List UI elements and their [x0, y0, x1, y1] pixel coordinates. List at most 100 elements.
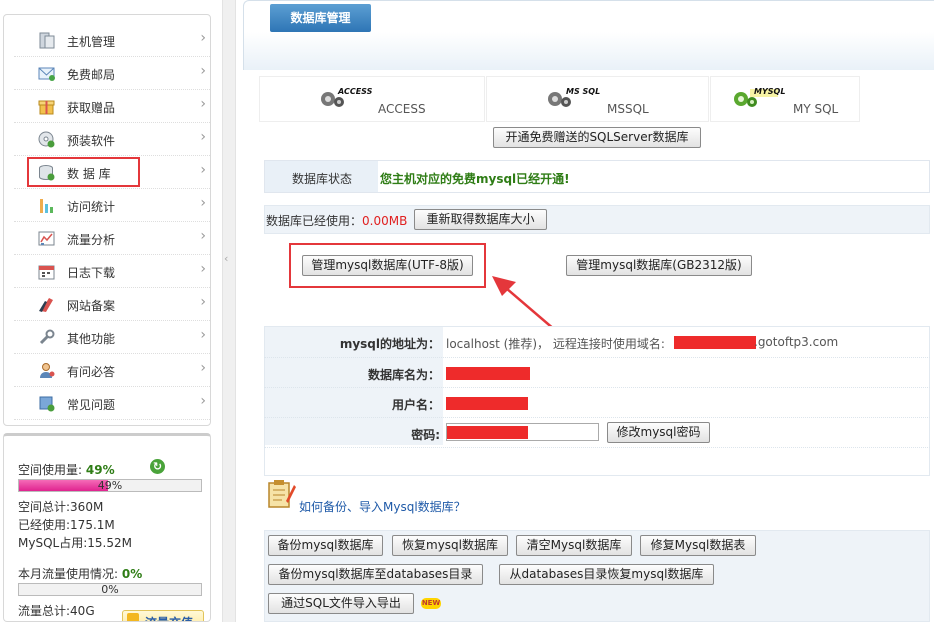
chevron-right-icon: ›: [200, 228, 206, 244]
sidebar-item-label: 预装软件: [67, 134, 116, 148]
clear-mysql-button[interactable]: 清空Mysql数据库: [516, 535, 632, 556]
tab-mysql[interactable]: MYSQL MY SQL: [710, 76, 860, 122]
chevron-right-icon: ›: [200, 393, 206, 409]
db-used-value: 0.00MB: [362, 214, 408, 228]
sidebar-item-other-functions[interactable]: 其他功能 ›: [14, 321, 210, 354]
open-sqlserver-button[interactable]: 开通免费赠送的SQLServer数据库: [493, 127, 701, 148]
wrench-icon: [39, 329, 55, 345]
chevron-right-icon: ›: [200, 195, 206, 211]
redacted-remote-domain: [674, 336, 756, 349]
db-name-label: 数据库名为：: [367, 368, 440, 382]
sidebar-item-label: 其他功能: [67, 332, 116, 346]
notepad-icon: [268, 480, 296, 508]
tab-access[interactable]: ACCESS ACCESS: [259, 76, 485, 122]
status-label: 数据库状态: [292, 172, 353, 186]
mysql-address-value: localhost (推荐)， 远程连接时使用域名:: [446, 337, 665, 351]
collapse-arrow-icon[interactable]: ‹: [224, 252, 228, 265]
sidebar-item-label: 网站备案: [67, 299, 116, 313]
annotation-highlight-database: [27, 157, 140, 187]
new-badge-icon: NEW: [421, 598, 441, 609]
backup-help-link[interactable]: 如何备份、导入Mysql数据库？: [299, 498, 466, 515]
access-badge: ACCESS: [338, 87, 373, 96]
restore-mysql-button[interactable]: 恢复mysql数据库: [392, 535, 508, 556]
sidebar-item-free-mail[interactable]: 免费邮局 ›: [14, 57, 210, 90]
sidebar-item-label: 免费邮局: [67, 68, 116, 82]
server-icon: [39, 32, 55, 49]
chevron-right-icon: ›: [200, 30, 206, 46]
redacted-password: [447, 426, 528, 439]
chevron-right-icon: ›: [200, 261, 206, 277]
page-title: 数据库管理: [270, 4, 371, 32]
chevron-right-icon: ›: [200, 162, 206, 178]
sidebar-item-preinstalled-software[interactable]: 预装软件 ›: [14, 123, 210, 156]
sidebar-item-label: 有问必答: [67, 365, 116, 379]
faq-box-icon: [39, 396, 55, 412]
traffic-label: 本月流量使用情况: 0%: [18, 567, 143, 581]
status-text: 您主机对应的免费mysql已经开通!: [380, 172, 570, 186]
sidebar-item-log-download[interactable]: 日志下载 ›: [14, 255, 210, 288]
gift-box-icon: [38, 100, 55, 115]
redacted-db-name: [446, 367, 530, 380]
chevron-right-icon: ›: [200, 96, 206, 112]
tab-mysql-label: MY SQL: [793, 102, 839, 116]
sidebar-item-traffic-analysis[interactable]: 流量分析 ›: [14, 222, 210, 255]
mysql-address-domain-suffix: .gotoftp3.com: [754, 335, 839, 349]
chart-analysis-icon: [38, 231, 55, 246]
password-input[interactable]: [446, 423, 599, 441]
sql-import-export-button[interactable]: 通过SQL文件导入导出: [268, 593, 414, 614]
sidebar-item-site-filing[interactable]: 网站备案 ›: [14, 288, 210, 321]
password-label: 密码:: [411, 428, 440, 442]
space-total: 空间总计:360M: [18, 500, 104, 514]
space-used: 已经使用:175.1M: [18, 518, 115, 532]
restore-from-databases-dir-button[interactable]: 从databases目录恢复mysql数据库: [499, 564, 714, 585]
space-progress-text: 49%: [97, 479, 123, 492]
redacted-username: [446, 397, 528, 410]
sidebar-item-label: 主机管理: [67, 35, 116, 49]
stats-bars-icon: [40, 199, 53, 213]
refresh-icon[interactable]: ↻: [150, 459, 165, 474]
traffic-progress-bar: 0%: [18, 583, 202, 596]
sidebar-item-label: 日志下载: [67, 266, 116, 280]
mysql-address-label: mysql的地址为：: [339, 337, 440, 351]
backup-mysql-button[interactable]: 备份mysql数据库: [268, 535, 383, 556]
chevron-right-icon: ›: [200, 63, 206, 79]
repair-mysql-tables-button[interactable]: 修复Mysql数据表: [640, 535, 756, 556]
traffic-progress-text: 0%: [101, 583, 119, 596]
tab-mssql[interactable]: MS SQL MSSQL: [486, 76, 709, 122]
traffic-percent: 0%: [121, 567, 143, 581]
sidebar-item-host-management[interactable]: 主机管理 ›: [14, 24, 210, 57]
sidebar-item-qa[interactable]: 有问必答 ›: [14, 354, 210, 387]
sidebar-item-label: 流量分析: [67, 233, 116, 247]
mysql-used: MySQL占用:15.52M: [18, 536, 132, 550]
sidebar-item-label: 常见问题: [67, 398, 116, 412]
space-used-label: 空间使用量: 49%: [18, 463, 115, 477]
backup-to-databases-dir-button[interactable]: 备份mysql数据库至databases目录: [268, 564, 483, 585]
sidebar-item-get-gifts[interactable]: 获取赠品 ›: [14, 90, 210, 123]
tab-mssql-label: MSSQL: [607, 102, 649, 116]
user-support-icon: [40, 363, 55, 378]
sidebar-item-visit-stats[interactable]: 访问统计 ›: [14, 189, 210, 222]
sidebar-item-faq[interactable]: 常见问题 ›: [14, 387, 210, 420]
traffic-total: 流量总计:40G: [18, 604, 95, 618]
usage-panel: 空间使用量: 49% ↻ 49% 空间总计:360M 已经使用:175.1M M…: [3, 433, 211, 622]
recharge-icon: [127, 613, 139, 621]
mssql-badge: MS SQL: [566, 87, 601, 96]
manage-mysql-utf8-button[interactable]: 管理mysql数据库(UTF-8版): [302, 255, 473, 276]
chevron-right-icon: ›: [200, 129, 206, 145]
status-label-cell: 数据库状态: [265, 161, 378, 192]
manage-mysql-gb2312-button[interactable]: 管理mysql数据库(GB2312版): [566, 255, 752, 276]
username-label: 用户名：: [391, 398, 440, 412]
calendar-icon: [38, 265, 55, 280]
mysql-badge: MYSQL: [754, 87, 786, 96]
software-disc-icon: [38, 131, 55, 148]
sidebar-item-label: 访问统计: [67, 200, 116, 214]
refresh-db-size-button[interactable]: 重新取得数据库大小: [414, 209, 547, 230]
sidebar-menu: 主机管理 › 免费邮局 › 获取赠品 › 预装软件 › 数 据 库 › 访问统计 › 流量分析 › 日志下载…: [3, 14, 211, 426]
chevron-right-icon: ›: [200, 360, 206, 376]
change-mysql-password-button[interactable]: 修改mysql密码: [607, 422, 710, 443]
tab-access-label: ACCESS: [378, 102, 426, 116]
db-used-label: 数据库已经使用：0.00MB: [266, 214, 408, 228]
flag-icon: [39, 298, 53, 312]
sidebar-splitter[interactable]: ‹: [222, 0, 236, 622]
recharge-button[interactable]: 流量充值: [122, 610, 204, 621]
